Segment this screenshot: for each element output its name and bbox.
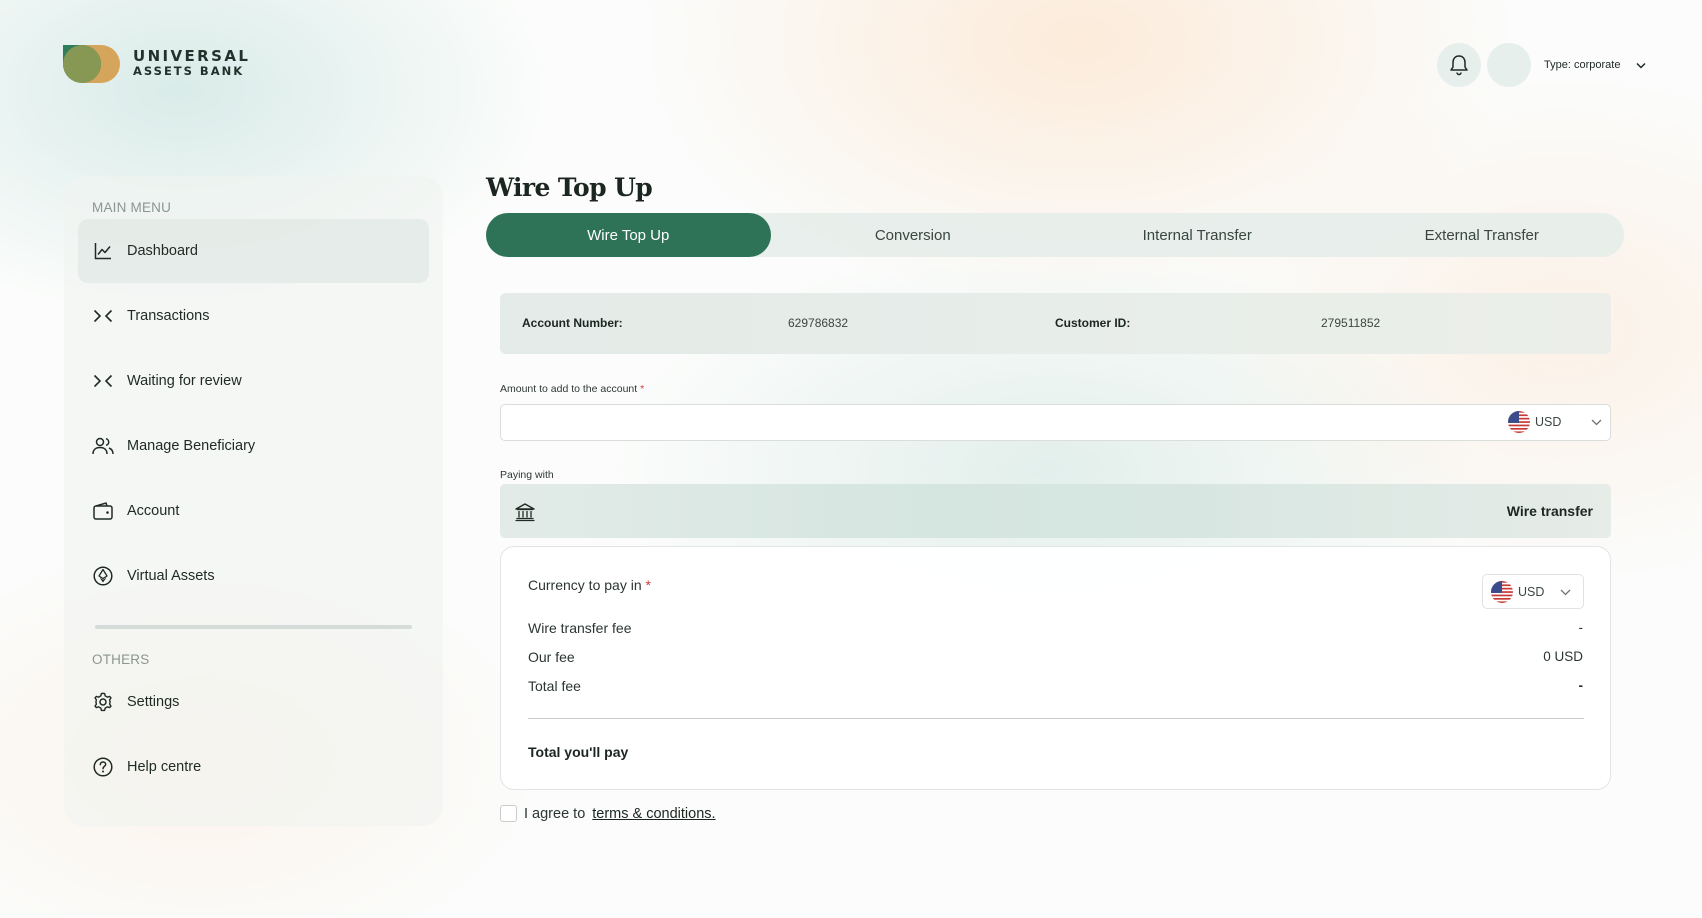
tab-internal-transfer[interactable]: Internal Transfer <box>1055 213 1340 257</box>
account-number-value: 629786832 <box>788 316 849 330</box>
account-info-bar: Account Number: 629786832 Customer ID: 2… <box>500 293 1611 354</box>
sidebar-item-label: Manage Beneficiary <box>127 438 256 454</box>
amount-label-text: Amount to add to the account <box>500 383 638 395</box>
sidebar-item-dashboard[interactable]: Dashboard <box>78 219 429 283</box>
amount-currency-select[interactable]: USD <box>1508 411 1602 433</box>
sidebar-item-label: Help centre <box>127 759 202 775</box>
terms-link[interactable]: terms & conditions. <box>592 806 715 822</box>
summary-divider <box>528 718 1584 719</box>
users-icon <box>92 435 114 457</box>
logo-text: UNIVERSAL ASSETS BANK <box>133 49 250 79</box>
page-title: Wire Top Up <box>486 173 653 202</box>
wire-transfer-fee-value: - <box>1578 620 1584 635</box>
crypto-icon <box>92 565 114 587</box>
sidebar-item-label: Account <box>127 503 180 519</box>
sidebar-item-virtual-assets[interactable]: Virtual Assets <box>78 544 429 608</box>
sidebar-item-waiting-for-review[interactable]: Waiting for review <box>78 349 429 413</box>
account-type-label: Type: corporate <box>1544 59 1621 71</box>
transfer-tabs: Wire Top Up Conversion Internal Transfer… <box>486 213 1624 257</box>
required-mark: * <box>645 577 651 593</box>
sidebar-item-label: Virtual Assets <box>127 568 215 584</box>
amount-input-box: USD <box>500 404 1611 441</box>
help-icon <box>92 756 114 778</box>
tab-wire-top-up[interactable]: Wire Top Up <box>486 213 771 257</box>
currency-to-pay-label: Currency to pay in * <box>528 577 651 593</box>
sidebar-item-settings[interactable]: Settings <box>78 670 429 734</box>
currency-to-pay-text: Currency to pay in <box>528 577 642 593</box>
pay-currency-code: USD <box>1518 585 1545 599</box>
bell-icon <box>1450 55 1468 76</box>
avatar[interactable] <box>1487 43 1531 87</box>
wallet-icon <box>92 500 114 522</box>
fee-summary-card: Currency to pay in * USD Wire transfer f… <box>500 546 1611 790</box>
chevron-down-icon <box>1591 419 1602 425</box>
total-fee-value: - <box>1578 678 1584 693</box>
us-flag-icon <box>1491 581 1513 603</box>
agree-text: I agree to <box>524 805 586 822</box>
account-type-dropdown[interactable]: Type: corporate <box>1544 56 1646 74</box>
pay-currency-content: USD <box>1491 581 1571 603</box>
bank-logo[interactable]: UNIVERSAL ASSETS BANK <box>63 45 250 83</box>
pay-currency-select[interactable]: USD <box>1482 574 1584 609</box>
arrows-icon <box>92 305 114 327</box>
sidebar-item-label: Transactions <box>127 308 210 324</box>
sidebar-item-help-centre[interactable]: Help centre <box>78 735 429 799</box>
total-fee-label: Total fee <box>528 678 581 694</box>
bank-icon <box>514 501 536 523</box>
chevron-down-icon <box>1560 589 1571 595</box>
customer-id-value: 279511852 <box>1321 316 1381 330</box>
terms-agreement: I agree to terms & conditions. <box>500 805 716 822</box>
logo-line2: ASSETS BANK <box>133 64 245 78</box>
payment-method-selector[interactable]: Wire transfer <box>500 484 1611 538</box>
sidebar-item-label: Dashboard <box>127 243 198 259</box>
gear-icon <box>92 691 114 713</box>
account-number-label: Account Number: <box>522 316 623 330</box>
sidebar: MAIN MENU Dashboard Transactions Waiting… <box>64 176 443 826</box>
sidebar-item-label: Waiting for review <box>127 373 242 389</box>
terms-checkbox[interactable] <box>500 805 517 822</box>
sidebar-item-account[interactable]: Account <box>78 479 429 543</box>
amount-currency-code: USD <box>1535 415 1562 429</box>
amount-field-label: Amount to add to the account * <box>500 383 644 395</box>
our-fee-value: 0 USD <box>1543 649 1583 664</box>
others-heading: OTHERS <box>92 652 150 667</box>
chart-line-icon <box>92 240 114 262</box>
customer-id-label: Customer ID: <box>1055 316 1131 330</box>
sidebar-item-transactions[interactable]: Transactions <box>78 284 429 348</box>
tab-external-transfer[interactable]: External Transfer <box>1340 213 1625 257</box>
arrows-icon <box>92 370 114 392</box>
us-flag-icon <box>1508 411 1530 433</box>
sidebar-item-label: Settings <box>127 694 180 710</box>
our-fee-label: Our fee <box>528 649 575 665</box>
menu-divider <box>95 625 412 629</box>
notifications-button[interactable] <box>1437 43 1481 87</box>
wire-transfer-fee-label: Wire transfer fee <box>528 620 632 636</box>
main-menu-heading: MAIN MENU <box>92 200 172 215</box>
required-mark: * <box>640 383 645 395</box>
logo-mark-icon <box>63 45 120 83</box>
payment-method-value: Wire transfer <box>1506 503 1593 519</box>
logo-line1: UNIVERSAL <box>133 47 251 65</box>
chevron-down-icon <box>1636 62 1646 69</box>
sidebar-item-manage-beneficiary[interactable]: Manage Beneficiary <box>78 414 429 478</box>
tab-conversion[interactable]: Conversion <box>771 213 1056 257</box>
total-pay-label: Total you'll pay <box>528 744 629 760</box>
paying-with-label: Paying with <box>500 469 554 481</box>
amount-input[interactable] <box>511 405 1491 440</box>
